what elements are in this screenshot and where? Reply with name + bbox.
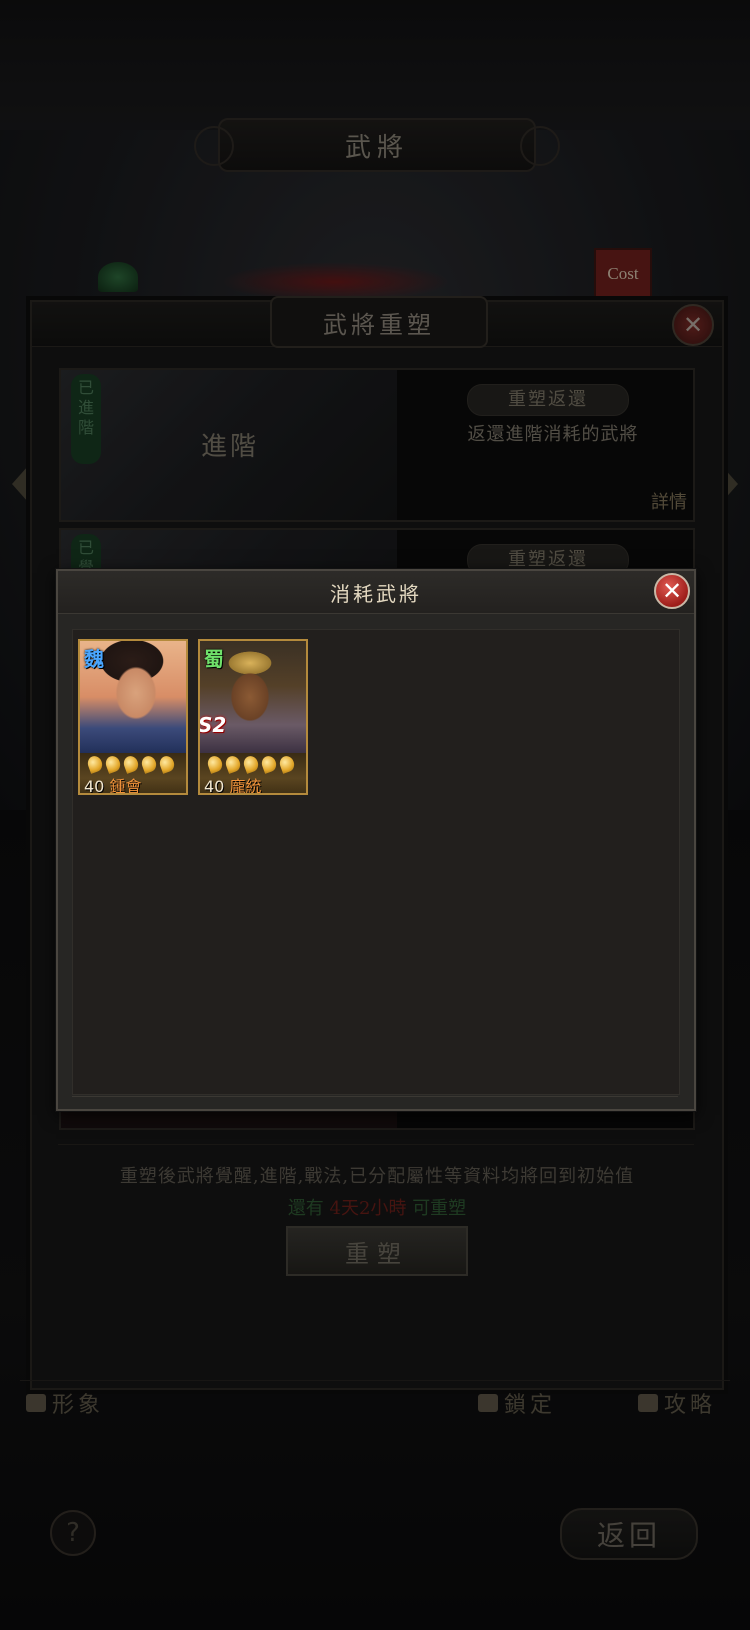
dialog-close-button[interactable]: ✕: [654, 573, 690, 609]
reshape-return-description: 返還進階消耗的武將: [467, 424, 639, 445]
general-level: 40: [204, 777, 225, 795]
top-background: [0, 0, 750, 130]
advance-image-label: 進階: [201, 432, 260, 462]
cost-badge[interactable]: Cost: [594, 248, 652, 300]
reshape-timer: 還有 4天2小時 可重塑: [32, 1194, 722, 1220]
general-card[interactable]: 蜀 S2 40 龐統: [198, 639, 308, 795]
reshape-panel-close-button[interactable]: ✕: [672, 304, 714, 346]
star-rating: [205, 754, 297, 774]
appearance-button[interactable]: 形象: [26, 1387, 104, 1419]
star-icon: [205, 754, 225, 774]
details-link[interactable]: 詳情: [651, 488, 687, 514]
card-footer: 40 龐統: [200, 753, 306, 795]
star-icon: [157, 754, 177, 774]
faction-label: 魏: [84, 647, 104, 671]
star-icon: [85, 754, 105, 774]
star-icon: [277, 754, 297, 774]
star-icon: [121, 754, 141, 774]
guide-button[interactable]: 攻略: [638, 1387, 716, 1419]
page-title: 武將: [194, 118, 560, 172]
back-button[interactable]: 返回: [560, 1508, 698, 1560]
card-footer: 40 鍾會: [80, 753, 186, 795]
person-icon: [26, 1394, 46, 1412]
next-arrow-icon[interactable]: [722, 466, 738, 502]
dialog-divider: [72, 1096, 678, 1097]
general-name: 龐統: [229, 777, 262, 795]
star-icon: [103, 754, 123, 774]
reshape-notice: 重塑後武將覺醒,進階,戰法,已分配屬性等資料均將回到初始值: [119, 1166, 635, 1187]
advanced-badge: 已進階: [71, 374, 101, 464]
general-info: 40 鍾會: [84, 773, 142, 795]
book-icon: [638, 1394, 658, 1412]
star-icon: [139, 754, 159, 774]
general-helmet-icon: [98, 262, 138, 292]
general-info: 40 龐統: [204, 773, 262, 795]
lock-button[interactable]: 鎖定: [478, 1387, 556, 1419]
general-level: 40: [84, 777, 105, 795]
star-icon: [223, 754, 243, 774]
divider: [58, 1144, 694, 1145]
dialog-title: 消耗武將: [330, 581, 422, 606]
star-icon: [241, 754, 261, 774]
reshape-return-button[interactable]: 重塑返還: [467, 384, 629, 416]
lock-label: 鎖定: [504, 1393, 557, 1418]
timer-suffix: 可重塑: [412, 1198, 467, 1219]
appearance-label: 形象: [52, 1393, 105, 1418]
star-rating: [85, 754, 177, 774]
reshape-row-advance: 已進階 進階 重塑返還 返還進階消耗的武將 詳情: [59, 368, 695, 522]
faction-label: 蜀: [204, 647, 224, 671]
advance-image: 已進階 進階: [61, 370, 397, 520]
timer-prefix: 還有: [287, 1198, 324, 1219]
general-card[interactable]: 魏 40 鍾會: [78, 639, 188, 795]
help-button[interactable]: ?: [50, 1510, 96, 1556]
season-badge: S2: [198, 713, 227, 737]
timer-value: 4天2小時: [329, 1198, 407, 1219]
lock-icon: [478, 1394, 498, 1412]
reshape-panel-title: 武將重塑: [270, 296, 488, 348]
star-icon: [259, 754, 279, 774]
bottom-bar: 形象 鎖定 攻略: [20, 1380, 730, 1421]
reshape-button[interactable]: 重塑: [286, 1226, 468, 1276]
prev-arrow-icon[interactable]: [12, 466, 28, 502]
guide-label: 攻略: [664, 1393, 717, 1418]
general-name: 鍾會: [109, 777, 142, 795]
